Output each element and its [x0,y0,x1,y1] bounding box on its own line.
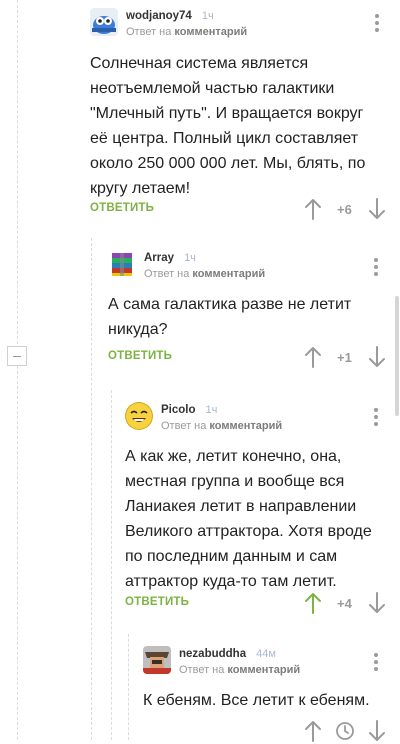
downvote-arrow-icon[interactable] [367,592,387,614]
comment-author[interactable]: Picolo 1ч [161,404,217,416]
thread-line-4 [128,634,129,740]
more-vert-icon[interactable] [374,408,378,426]
thread-line-3 [111,390,112,740]
avatar-icon[interactable] [90,8,118,36]
comment-text: А как же, летит конечно, она, местная гр… [125,448,372,590]
avatar-icon[interactable] [108,250,136,278]
more-vert-icon[interactable] [374,653,378,671]
downvote-arrow-icon[interactable] [367,346,387,368]
reply-to-link[interactable]: Ответ на комментарий [179,664,300,676]
comment-author[interactable]: Array 1ч [144,252,196,264]
comment-nezabuddha: nezabuddha 44м Ответ на комментарий К ебе… [143,646,393,742]
collapse-thread-icon[interactable] [7,346,27,366]
comment-text: Солнечная система является неотъемлемой … [90,55,366,197]
comment-time: 1ч [184,252,196,264]
comment-text: К ебеням. Все летит к ебеням. [143,692,370,709]
upvote-arrow-icon[interactable] [303,198,323,220]
reply-button[interactable]: ОТВЕТИТЬ [108,350,172,362]
comment-footer [143,720,393,744]
rating-value: +4 [337,596,352,611]
comment-text: А сама галактика разве не летит никуда? [108,296,352,338]
reply-to-link[interactable]: Ответ на комментарий [161,420,282,432]
comment-array: Array 1ч Ответ на комментарий А сама гала… [108,250,393,380]
reply-to-link[interactable]: Ответ на комментарий [144,268,265,280]
upvote-arrow-icon[interactable] [303,346,323,368]
reply-to-link[interactable]: Ответ на комментарий [126,26,247,38]
scrollbar[interactable] [395,296,399,416]
comment-footer: ОТВЕТИТЬ +6 [90,198,390,222]
rating-value: +1 [337,350,352,365]
clock-icon [336,722,354,740]
avatar-icon[interactable] [125,402,153,430]
upvote-arrow-icon[interactable] [303,592,323,614]
upvote-arrow-icon[interactable] [303,720,323,742]
reply-button[interactable]: ОТВЕТИТЬ [90,202,154,214]
reply-button[interactable]: ОТВЕТИТЬ [125,596,189,608]
thread-line-1 [17,0,18,740]
comment-time: 44м [256,648,276,660]
comment-footer: ОТВЕТИТЬ +4 [125,592,393,616]
comment-picolo: Picolo 1ч Ответ на комментарий А как же, … [125,402,393,622]
comment-author[interactable]: wodjanoy74 1ч [126,10,214,22]
comment-footer: ОТВЕТИТЬ +1 [108,346,393,370]
comment-time: 1ч [201,10,214,22]
more-vert-icon[interactable] [374,258,378,276]
avatar-icon[interactable] [143,646,171,674]
comment-author[interactable]: nezabuddha 44м [179,648,276,660]
downvote-arrow-icon[interactable] [367,198,387,220]
thread-line-2 [91,238,92,740]
more-vert-icon[interactable] [375,14,379,32]
comment-wodjanoy74: wodjanoy74 1ч Ответ на комментарий Солнеч… [90,8,390,228]
downvote-arrow-icon[interactable] [367,720,387,742]
rating-value: +6 [337,202,352,217]
comment-time: 1ч [205,404,218,416]
